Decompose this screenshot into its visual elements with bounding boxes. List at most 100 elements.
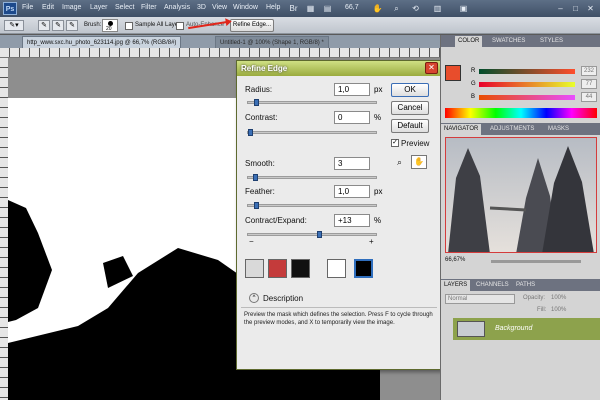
tab-paths[interactable]: PATHS <box>513 280 538 291</box>
layer-thumbnail <box>457 321 485 337</box>
preview-quick-mask-icon[interactable] <box>268 259 287 278</box>
tab-document-photo[interactable]: http_www.sxc.hu_photo_623114.jpg @ 66,7%… <box>22 36 182 48</box>
radius-input[interactable] <box>334 83 370 96</box>
zoom-tool-icon[interactable]: ⌕ <box>391 3 402 14</box>
navigator-zoom-slider[interactable] <box>491 260 581 263</box>
contract-expand-slider[interactable] <box>247 231 377 238</box>
navigator-thumbnail[interactable] <box>445 137 597 253</box>
red-channel-value[interactable]: 232 <box>581 66 597 76</box>
menu-view[interactable]: View <box>212 4 227 11</box>
close-window-icon[interactable]: ✕ <box>585 3 596 14</box>
feather-unit: px <box>374 187 383 196</box>
dialog-title-bar[interactable]: Refine Edge ✕ <box>237 61 441 76</box>
arrange-documents-icon[interactable]: ▥ <box>432 3 443 14</box>
extras-icon[interactable]: ▤ <box>322 3 333 14</box>
opacity-label: Opacity: <box>523 295 546 301</box>
smooth-slider-thumb[interactable] <box>253 174 258 181</box>
subtract-from-selection-icon[interactable]: ✎ <box>66 20 78 31</box>
maximize-icon[interactable]: □ <box>570 3 581 14</box>
add-to-selection-icon[interactable]: ✎ <box>52 20 64 31</box>
contrast-slider-thumb[interactable] <box>248 129 253 136</box>
bridge-icon[interactable]: Br <box>288 3 299 14</box>
smooth-label: Smooth: <box>245 159 275 168</box>
preview-on-black-icon[interactable] <box>291 259 310 278</box>
smooth-slider[interactable] <box>247 174 377 181</box>
tab-masks[interactable]: MASKS <box>545 124 572 135</box>
auto-enhance-checkbox[interactable] <box>176 22 184 30</box>
opacity-value[interactable]: 100% <box>551 295 566 301</box>
feather-input[interactable] <box>334 185 370 198</box>
menu-help[interactable]: Help <box>266 4 280 11</box>
ok-button[interactable]: OK <box>391 83 429 97</box>
foreground-color-swatch[interactable] <box>445 65 461 81</box>
screen-mode-icon[interactable]: ▣ <box>458 3 469 14</box>
brush-size: 20 <box>106 26 112 32</box>
preview-on-white-icon[interactable] <box>327 259 346 278</box>
description-toggle-icon[interactable]: ^ <box>249 293 259 303</box>
navigator-towers-image <box>446 138 596 252</box>
tab-styles[interactable]: STYLES <box>537 36 566 47</box>
color-spectrum-ramp[interactable] <box>445 108 597 118</box>
brush-picker[interactable]: 20 <box>102 19 118 32</box>
sample-all-layers-checkbox[interactable] <box>125 22 133 30</box>
blue-channel-label: B <box>471 94 476 100</box>
color-panel-tabs: COLOR SWATCHES STYLES <box>441 35 600 47</box>
menu-filter[interactable]: Filter <box>141 4 157 11</box>
tab-adjustments[interactable]: ADJUSTMENTS <box>487 124 537 135</box>
tab-navigator[interactable]: NAVIGATOR <box>441 124 482 135</box>
new-selection-icon[interactable]: ✎ <box>38 20 50 31</box>
menu-layer[interactable]: Layer <box>90 4 108 11</box>
contract-expand-slider-thumb[interactable] <box>317 231 322 238</box>
layer-row-background[interactable]: Background <box>453 318 600 340</box>
dialog-close-button[interactable]: ✕ <box>425 62 438 74</box>
menu-edit[interactable]: Edit <box>42 4 54 11</box>
smooth-input[interactable] <box>334 157 370 170</box>
blend-mode-select[interactable]: Normal <box>445 294 515 304</box>
zoom-level[interactable]: 66,7 <box>345 4 359 11</box>
mini-bridge-icon[interactable]: ▦ <box>305 3 316 14</box>
radius-slider[interactable] <box>247 99 377 106</box>
default-button[interactable]: Default <box>391 119 429 133</box>
menu-analysis[interactable]: Analysis <box>164 4 190 11</box>
preview-standard-icon[interactable] <box>245 259 264 278</box>
fill-value[interactable]: 100% <box>551 307 566 313</box>
menu-file[interactable]: File <box>22 4 33 11</box>
preview-checkbox[interactable]: ✓ <box>391 139 399 147</box>
tab-document-untitled[interactable]: Untitled-1 @ 100% (Shape 1, RGB/8) * <box>215 36 329 48</box>
menu-select[interactable]: Select <box>115 4 134 11</box>
description-toggle-label[interactable]: Description <box>263 294 303 303</box>
tab-layers[interactable]: LAYERS <box>441 280 471 291</box>
minimize-icon[interactable]: – <box>555 3 566 14</box>
menu-image[interactable]: Image <box>62 4 81 11</box>
rotate-view-icon[interactable]: ⟲ <box>410 3 421 14</box>
hand-tool-icon-dialog[interactable]: ✋ <box>411 155 427 169</box>
contrast-input[interactable] <box>334 111 370 124</box>
document-tab-bar: http_www.sxc.hu_photo_623114.jpg @ 66,7%… <box>0 35 440 48</box>
tab-color[interactable]: COLOR <box>455 36 483 47</box>
radius-slider-thumb[interactable] <box>254 99 259 106</box>
contract-expand-input[interactable] <box>334 214 370 227</box>
hand-tool-icon[interactable]: ✋ <box>372 3 383 14</box>
navigator-zoom-readout[interactable]: 66,67% <box>445 257 465 263</box>
feather-slider-thumb[interactable] <box>254 202 259 209</box>
red-channel-slider[interactable] <box>479 69 575 74</box>
quick-selection-tool-icon[interactable]: ✎▾ <box>4 20 24 31</box>
vertical-ruler <box>0 58 8 400</box>
preview-label: Preview <box>401 139 430 148</box>
zoom-tool-icon-dialog[interactable]: ⌕ <box>397 157 402 168</box>
tab-channels[interactable]: CHANNELS <box>473 280 512 291</box>
preview-mask-icon[interactable] <box>354 259 373 278</box>
green-channel-value[interactable]: 77 <box>581 79 597 89</box>
blue-channel-value[interactable]: 44 <box>581 92 597 102</box>
tab-swatches[interactable]: SWATCHES <box>489 36 528 47</box>
menu-3d[interactable]: 3D <box>197 4 206 11</box>
blue-channel-slider[interactable] <box>479 95 575 100</box>
contrast-slider[interactable] <box>247 129 377 136</box>
cancel-button[interactable]: Cancel <box>391 101 429 115</box>
feather-slider[interactable] <box>247 202 377 209</box>
menu-window[interactable]: Window <box>233 4 258 11</box>
menu-bar: Ps File Edit Image Layer Select Filter A… <box>0 0 600 17</box>
brush-label: Brush: <box>84 22 102 28</box>
refine-edge-button[interactable]: Refine Edge... <box>230 19 274 32</box>
green-channel-slider[interactable] <box>479 82 575 87</box>
